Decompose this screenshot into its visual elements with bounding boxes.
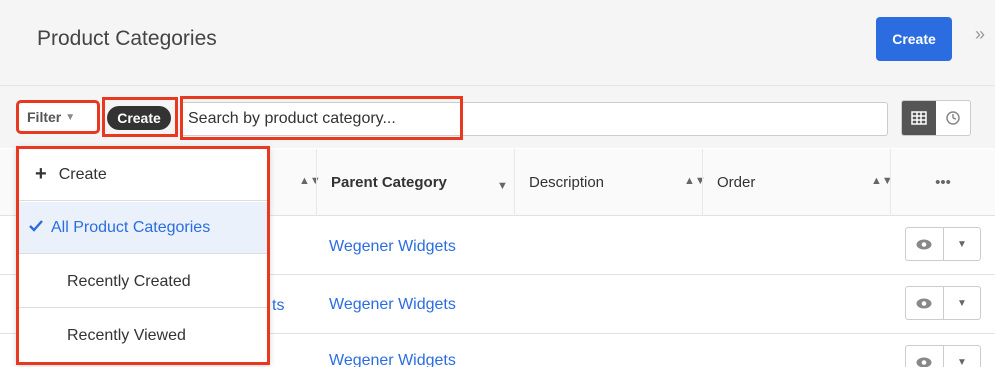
column-actions-menu[interactable]: ••• <box>890 149 995 216</box>
dropdown-item-label: Recently Viewed <box>67 327 186 344</box>
column-header-label: Parent Category <box>331 174 447 191</box>
dropdown-item-recently-created[interactable]: Recently Created <box>19 256 267 308</box>
list-view-icon[interactable] <box>902 101 936 135</box>
row-actions: ▼ <box>905 345 981 367</box>
column-description[interactable]: Description <box>514 149 702 216</box>
create-button[interactable]: Create <box>876 17 952 61</box>
plus-icon: + <box>35 163 47 185</box>
preview-eye-icon[interactable] <box>906 287 943 319</box>
filter-label: Filter <box>27 109 62 125</box>
filter-dropdown-button[interactable]: Filter ▼ <box>16 100 100 134</box>
row-actions: ▼ <box>905 227 981 261</box>
caret-down-icon[interactable]: ▼ <box>942 287 980 319</box>
preview-eye-icon[interactable] <box>906 228 943 260</box>
preview-eye-icon[interactable] <box>906 346 943 367</box>
more-icon: ••• <box>935 174 951 191</box>
checkmark-icon <box>29 219 43 237</box>
activity-stream-icon[interactable] <box>936 101 970 135</box>
column-header-label: Order <box>717 174 756 191</box>
filter-dropdown-menu: + Create All Product Categories Recently… <box>16 146 270 365</box>
page-title: Product Categories <box>37 27 217 50</box>
dropdown-item-recently-viewed[interactable]: Recently Viewed <box>19 310 267 362</box>
collapse-panel-icon[interactable]: » <box>975 24 985 45</box>
dropdown-item-all[interactable]: All Product Categories <box>19 202 267 254</box>
parent-category-link[interactable]: Wegener Widgets <box>329 296 456 314</box>
dropdown-create-filter[interactable]: + Create <box>19 149 267 201</box>
dropdown-item-label: All Product Categories <box>51 218 211 236</box>
caret-down-icon: ▼ <box>65 111 76 123</box>
name-link-partial[interactable]: ts <box>272 297 284 315</box>
parent-category-link[interactable]: Wegener Widgets <box>329 352 456 367</box>
caret-down-icon[interactable]: ▼ <box>942 346 980 367</box>
dropdown-item-label: Create <box>58 165 107 183</box>
sort-down-icon[interactable]: ▼ <box>497 180 508 192</box>
view-toggle <box>901 100 971 136</box>
column-order[interactable]: Order <box>702 149 890 216</box>
column-parent-category[interactable]: Parent Category <box>316 149 514 216</box>
column-header-label: Description <box>529 174 605 191</box>
filter-pill-create[interactable]: Create <box>107 106 171 130</box>
row-actions: ▼ <box>905 286 981 320</box>
search-highlight <box>180 96 463 140</box>
dropdown-item-label: Recently Created <box>67 272 191 290</box>
caret-down-icon[interactable]: ▼ <box>942 228 980 260</box>
parent-category-link[interactable]: Wegener Widgets <box>329 238 456 256</box>
